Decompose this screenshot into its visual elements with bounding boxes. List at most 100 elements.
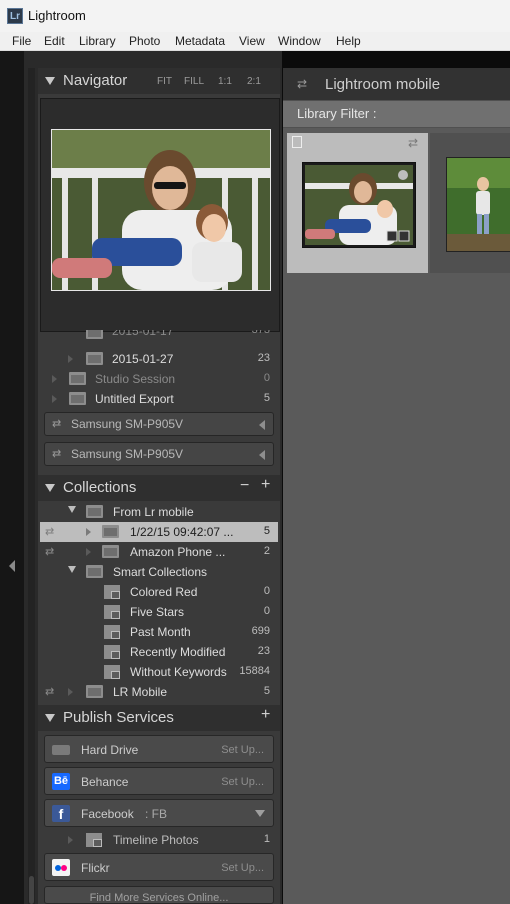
navigator-photo-image	[52, 130, 270, 290]
expand-arrow-icon[interactable]	[86, 528, 91, 536]
setup-link[interactable]: Set Up...	[221, 862, 264, 874]
folder-label: Studio Session	[95, 372, 176, 386]
expand-arrow-icon[interactable]	[68, 688, 73, 696]
folder-label: 2015-01-17	[112, 330, 174, 338]
add-publish-service-icon[interactable]: +	[261, 706, 270, 724]
smart-collection-row[interactable]: Five Stars 0	[40, 602, 278, 622]
zoom-fill[interactable]: FILL	[184, 76, 204, 87]
hard-drive-icon	[52, 745, 70, 755]
collection-count: 23	[257, 645, 270, 657]
smart-collection-row[interactable]: Without Keywords 15884	[40, 662, 278, 682]
flag-icon[interactable]	[292, 136, 302, 148]
remove-collection-icon[interactable]: −	[240, 477, 249, 495]
collection-row[interactable]: ⇄ Amazon Phone ... 2	[40, 542, 278, 562]
folder-row[interactable]: 2015-01-17 373	[40, 330, 278, 340]
publish-service-hard-drive[interactable]: Hard Drive Set Up...	[44, 735, 274, 763]
thumbnail-photo[interactable]	[302, 162, 416, 248]
library-filter-bar[interactable]: Library Filter :	[283, 101, 510, 127]
sync-arrows-icon: ⇄	[52, 418, 62, 430]
published-collection-row[interactable]: Timeline Photos 1	[40, 830, 278, 850]
folder-row[interactable]: Studio Session 0	[40, 369, 278, 389]
smart-collection-icon	[104, 625, 120, 639]
sync-arrows-icon: ⇄	[45, 526, 55, 538]
expand-arrow-icon[interactable]	[86, 548, 91, 556]
left-panel-scrollbar[interactable]	[28, 68, 35, 904]
behance-icon: Bē	[52, 773, 70, 790]
add-collection-icon[interactable]: +	[261, 476, 270, 494]
device-arrow-icon[interactable]	[259, 450, 265, 460]
expand-arrow-icon[interactable]	[52, 395, 57, 403]
device-button[interactable]: ⇄ Samsung SM-P905V	[44, 412, 274, 436]
collection-row-selected[interactable]: ⇄ 1/22/15 09:42:07 ... 5	[40, 522, 278, 542]
device-arrow-icon[interactable]	[259, 420, 265, 430]
menu-library[interactable]: Library	[79, 34, 116, 48]
find-more-services-label: Find More Services Online...	[89, 892, 229, 904]
expand-arrow-icon[interactable]	[68, 836, 73, 844]
folder-count: 0	[263, 372, 270, 384]
folder-row[interactable]: Untitled Export 5	[40, 389, 278, 409]
setup-link[interactable]: Set Up...	[221, 776, 264, 788]
zoom-1-1[interactable]: 1:1	[218, 76, 232, 87]
publish-services-header[interactable]: Publish Services +	[38, 705, 280, 731]
expand-arrow-icon[interactable]	[68, 506, 76, 513]
published-collection-icon	[86, 833, 102, 847]
menu-window[interactable]: Window	[278, 34, 321, 48]
menu-file[interactable]: File	[12, 34, 31, 48]
thumbnail-photo-image	[447, 158, 510, 251]
left-panel-toggle-strip[interactable]	[0, 51, 24, 904]
menu-help[interactable]: Help	[336, 34, 361, 48]
folder-label: 2015-01-27	[112, 352, 174, 366]
publish-services-title: Publish Services	[63, 709, 174, 726]
navigator-header[interactable]: Navigator FIT FILL 1:1 2:1	[38, 68, 280, 94]
sync-arrows-icon: ⇄	[45, 686, 55, 698]
collection-label: LR Mobile	[113, 685, 168, 699]
smart-collection-row[interactable]: Recently Modified 23	[40, 642, 278, 662]
collapse-triangle-icon[interactable]	[45, 484, 55, 492]
zoom-2-1[interactable]: 2:1	[247, 76, 261, 87]
publish-service-flickr[interactable]: Flickr Set Up...	[44, 853, 274, 881]
collections-header[interactable]: Collections − +	[38, 475, 280, 501]
menu-metadata[interactable]: Metadata	[175, 34, 225, 48]
publish-service-label: Hard Drive	[81, 743, 139, 757]
folder-icon	[69, 372, 86, 385]
sync-arrows-icon: ⇄	[408, 136, 419, 150]
collapse-left-arrow-icon[interactable]	[9, 560, 15, 572]
collection-label: Colored Red	[130, 585, 198, 599]
thumbnail-photo[interactable]	[446, 157, 510, 252]
navigator-photo[interactable]	[51, 129, 271, 291]
expand-arrow-icon[interactable]	[68, 355, 73, 363]
collection-set-icon	[86, 505, 103, 518]
collection-label: Smart Collections	[113, 565, 208, 579]
collection-label: Amazon Phone ...	[130, 545, 226, 559]
smart-collection-row[interactable]: Colored Red 0	[40, 582, 278, 602]
publish-service-label: Behance	[81, 775, 129, 789]
collection-count: 15884	[239, 665, 270, 677]
sync-arrows-icon: ⇄	[297, 77, 308, 91]
collection-set-row[interactable]: ⇄ LR Mobile 5	[40, 682, 278, 702]
collection-set-row[interactable]: From Lr mobile	[40, 502, 278, 522]
collection-count: 5	[263, 685, 270, 697]
publish-service-facebook[interactable]: f Facebook : FB	[44, 799, 274, 827]
publish-service-behance[interactable]: Bē Behance Set Up...	[44, 767, 274, 795]
collection-count: 2	[263, 545, 270, 557]
flickr-icon	[52, 859, 70, 876]
find-more-services-button[interactable]: Find More Services Online...	[44, 886, 274, 904]
smart-collection-row[interactable]: Past Month 699	[40, 622, 278, 642]
setup-link[interactable]: Set Up...	[221, 744, 264, 756]
library-filter-label: Library Filter :	[297, 106, 377, 121]
publish-service-label: Flickr	[81, 861, 110, 875]
device-button[interactable]: ⇄ Samsung SM-P905V	[44, 442, 274, 466]
publish-service-label: Facebook	[81, 807, 134, 821]
expand-arrow-icon[interactable]	[52, 375, 57, 383]
menu-edit[interactable]: Edit	[44, 34, 65, 48]
scrollbar-thumb[interactable]	[29, 876, 34, 904]
collapse-triangle-icon[interactable]	[45, 714, 55, 722]
folder-row[interactable]: 2015-01-27 23	[40, 349, 278, 369]
menu-photo[interactable]: Photo	[129, 34, 160, 48]
collection-set-row[interactable]: Smart Collections	[40, 562, 278, 582]
zoom-fit[interactable]: FIT	[157, 76, 172, 87]
dropdown-arrow-icon[interactable]	[255, 810, 265, 817]
menu-view[interactable]: View	[239, 34, 265, 48]
expand-arrow-icon[interactable]	[68, 566, 76, 573]
collapse-triangle-icon[interactable]	[45, 77, 55, 85]
